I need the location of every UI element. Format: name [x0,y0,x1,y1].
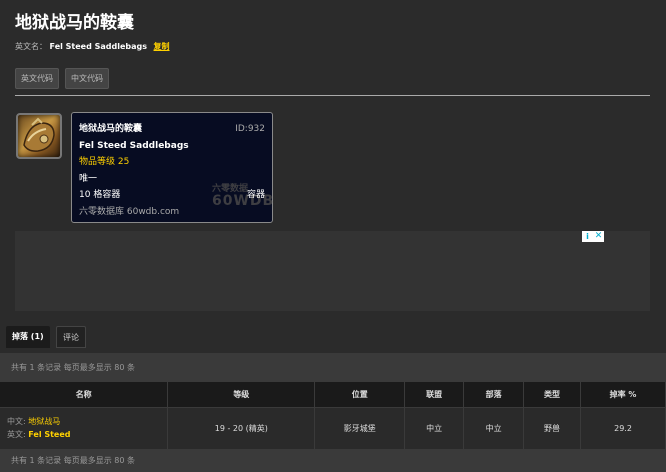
page-title: 地狱战马的鞍囊 [15,13,134,33]
column-header-location[interactable]: 位置 [314,382,406,407]
drops-table: 名称 等级 位置 联盟 部落 类型 掉率 % 中文: 地狱战马 英文: Fel … [0,382,666,449]
tooltip-unique: 唯一 [79,173,98,184]
npc-location: 影牙城堡 [314,406,406,449]
tooltip-title: 地狱战马的鞍囊 [79,124,143,134]
tab-drops[interactable]: 掉落 (1) [6,326,50,348]
tooltip-item-level: 物品等级 25 [79,157,130,167]
adchoices-icon[interactable]: i [582,231,593,242]
npc-alliance: 中立 [404,406,465,449]
english-name-label: 英文名： [15,42,47,51]
npc-cn-name-link[interactable]: 地狱战马 [28,417,60,426]
npc-en-name-link[interactable]: Fel Steed [28,430,70,439]
npc-en-label: 英文: [7,430,26,440]
tooltip-slots: 10 格容器 [79,190,121,200]
npc-name-cell: 中文: 地狱战马 英文: Fel Steed [0,406,169,449]
tooltip-source: 六零数据库 60wdb.com [79,206,180,217]
tooltip-english-name: Fel Steed Saddlebags [79,140,189,151]
english-code-button[interactable]: 英文代码 [15,68,59,89]
header-divider [15,95,650,96]
english-name-row: 英文名： Fel Steed Saddlebags 复制 [15,41,170,52]
tab-comments[interactable]: 评论 [56,326,86,348]
table-header-row: 名称 等级 位置 联盟 部落 类型 掉率 % [0,382,666,407]
records-summary-top: 共有 1 条记录 每页最多显示 80 条 [0,353,666,382]
saddlebag-icon[interactable] [16,113,62,159]
tooltip-item-id: ID:932 [235,124,265,134]
column-header-alliance[interactable]: 联盟 [404,382,465,407]
npc-drop-rate: 29.2 [580,406,666,449]
tooltip-slot-type: 容器 [246,190,265,200]
npc-level: 19 - 20 (精英) [167,406,316,449]
column-header-name[interactable]: 名称 [0,382,169,407]
item-tooltip: 六零数据 60WDB 地狱战马的鞍囊 ID:932 Fel Steed Sadd… [71,112,273,223]
english-name-value: Fel Steed Saddlebags [49,42,147,51]
records-summary-bottom: 共有 1 条记录 每页最多显示 80 条 [0,449,666,472]
ad-banner: i ✕ [15,231,650,311]
column-header-type[interactable]: 类型 [523,382,582,407]
column-header-drop-rate[interactable]: 掉率 % [580,382,666,407]
npc-horde: 中立 [463,406,525,449]
table-row: 中文: 地狱战马 英文: Fel Steed 19 - 20 (精英) 影牙城堡… [0,406,666,449]
npc-cn-label: 中文: [7,417,26,427]
npc-type: 野兽 [523,406,582,449]
chinese-code-button[interactable]: 中文代码 [65,68,109,89]
column-header-level[interactable]: 等级 [167,382,316,407]
close-icon[interactable]: ✕ [593,231,604,242]
column-header-horde[interactable]: 部落 [463,382,525,407]
copy-link[interactable]: 复制 [154,42,170,51]
